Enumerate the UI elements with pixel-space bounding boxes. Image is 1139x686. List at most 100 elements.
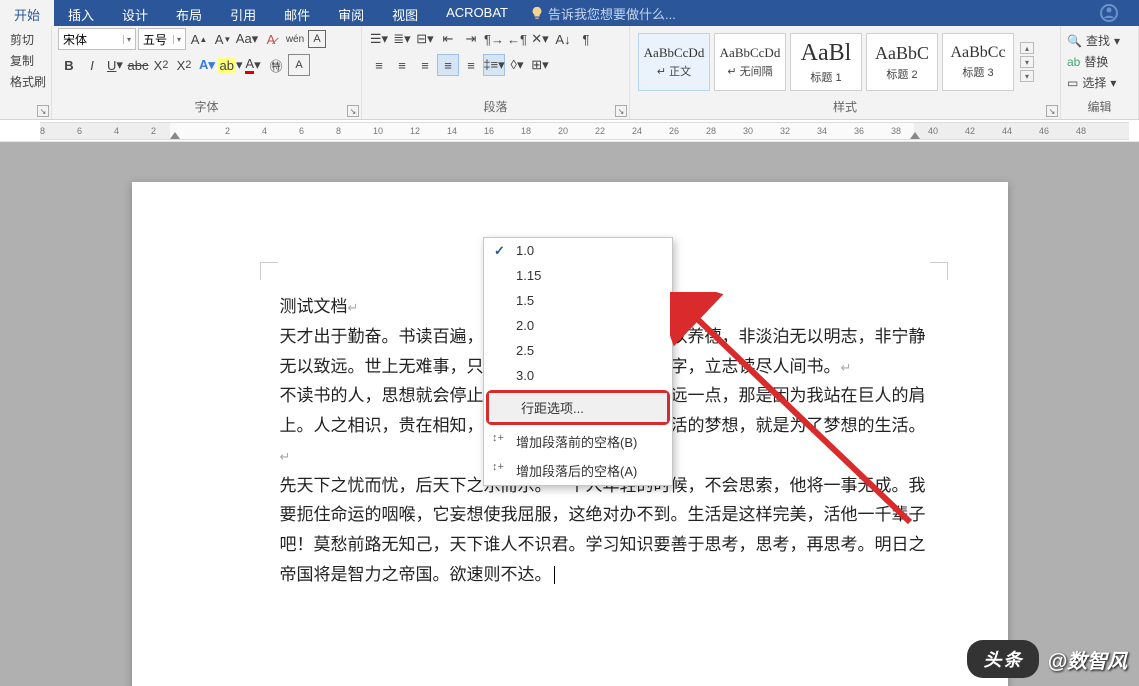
highlight-button[interactable]: ab▾ [219, 54, 241, 76]
char-shading-button[interactable]: A [288, 54, 310, 76]
ruler-tick: 30 [743, 126, 753, 136]
spacing-1-15[interactable]: 1.15 [484, 263, 672, 288]
tab-layout[interactable]: 布局 [162, 0, 216, 26]
style-no-spacing[interactable]: AaBbCcDd↵ 无间隔 [714, 33, 786, 91]
ruler-tick: 8 [336, 126, 341, 136]
margin-corner-tr [930, 262, 948, 280]
character-border-button[interactable]: A [308, 30, 326, 48]
ruler-tick: 8 [40, 126, 45, 136]
subscript-button[interactable]: X2 [150, 54, 172, 76]
tab-view[interactable]: 视图 [378, 0, 432, 26]
tab-mailings[interactable]: 邮件 [270, 0, 324, 26]
sort-button[interactable]: A↓ [552, 28, 574, 50]
italic-button[interactable]: I [81, 54, 103, 76]
strikethrough-button[interactable]: abc [127, 54, 149, 76]
ruler-tick: 20 [558, 126, 568, 136]
tab-acrobat[interactable]: ACROBAT [432, 0, 522, 26]
horizontal-ruler[interactable]: 8642246810121416182022242628303234363840… [40, 122, 1129, 140]
spacing-2-5[interactable]: 2.5 [484, 338, 672, 363]
paragraph-launcher[interactable]: ↘ [615, 105, 627, 117]
font-color-button[interactable]: A▾ [242, 54, 264, 76]
ruler-tick: 38 [891, 126, 901, 136]
search-icon: 🔍 [1067, 34, 1082, 48]
borders-button[interactable]: ⊞▾ [529, 54, 551, 76]
add-space-before[interactable]: 增加段落前的空格(B) [484, 427, 672, 456]
enclose-char-button[interactable]: ㊕ [265, 54, 287, 76]
text-effects-button[interactable]: A▾ [196, 54, 218, 76]
styles-launcher[interactable]: ↘ [1046, 105, 1058, 117]
grow-font-button[interactable]: A▲ [188, 28, 210, 50]
tab-references[interactable]: 引用 [216, 0, 270, 26]
group-styles: AaBbCcDd↵ 正文 AaBbCcDd↵ 无间隔 AaBl标题 1 AaBb… [630, 26, 1061, 119]
spacing-2-0[interactable]: 2.0 [484, 313, 672, 338]
line-spacing-button[interactable]: ‡≡▾ [483, 54, 505, 76]
styles-group-label: 样式 [636, 96, 1054, 119]
lightbulb-icon [530, 6, 544, 20]
ruler-tick: 24 [632, 126, 642, 136]
ltr-button[interactable]: ¶→ [483, 28, 505, 50]
shading-button[interactable]: ◊▾ [506, 54, 528, 76]
ruler-tick: 46 [1039, 126, 1049, 136]
style-normal[interactable]: AaBbCcDd↵ 正文 [638, 33, 710, 91]
multilevel-list-button[interactable]: ⊟▾ [414, 28, 436, 50]
phonetic-guide-button[interactable]: wén [284, 28, 306, 50]
tab-insert[interactable]: 插入 [54, 0, 108, 26]
ruler-tick: 2 [225, 126, 230, 136]
shrink-font-button[interactable]: A▼ [212, 28, 234, 50]
style-heading2[interactable]: AaBbC标题 2 [866, 33, 938, 91]
style-heading1[interactable]: AaBl标题 1 [790, 33, 862, 91]
align-center-button[interactable]: ≡ [391, 54, 413, 76]
increase-indent-button[interactable]: ⇥ [460, 28, 482, 50]
decrease-indent-button[interactable]: ⇤ [437, 28, 459, 50]
tell-me-search[interactable]: 告诉我您想要做什么... [530, 0, 676, 26]
clipboard-launcher[interactable]: ↘ [37, 105, 49, 117]
justify-button[interactable]: ≡ [437, 54, 459, 76]
spacing-1-5[interactable]: 1.5 [484, 288, 672, 313]
select-icon: ▭ [1067, 76, 1078, 90]
ruler-tick: 18 [521, 126, 531, 136]
line-spacing-options[interactable]: 行距选项... [489, 393, 667, 422]
annotation-arrow [670, 292, 930, 552]
replace-icon: ab [1067, 55, 1080, 69]
tab-design[interactable]: 设计 [108, 0, 162, 26]
asian-layout-button[interactable]: ✕▾ [529, 28, 551, 50]
font-size-combo[interactable]: 五号▾ [138, 28, 186, 50]
ruler-tick: 10 [373, 126, 383, 136]
bullets-button[interactable]: ☰▾ [368, 28, 390, 50]
ruler-tick: 32 [780, 126, 790, 136]
add-space-after[interactable]: 增加段落后的空格(A) [484, 456, 672, 485]
align-left-button[interactable]: ≡ [368, 54, 390, 76]
replace-button[interactable]: ab替换 [1067, 53, 1120, 70]
font-name-combo[interactable]: 宋体▾ [58, 28, 136, 50]
ribbon: 剪切 复制 格式刷 ↘ 宋体▾ 五号▾ A▲ A▼ Aa▾ A̷ wén A B… [0, 26, 1139, 120]
select-button[interactable]: ▭选择▾ [1067, 74, 1120, 91]
ruler-tick: 36 [854, 126, 864, 136]
editing-group-label: 编辑 [1067, 96, 1132, 119]
bold-button[interactable]: B [58, 54, 80, 76]
find-button[interactable]: 🔍查找▾ [1067, 32, 1120, 49]
group-editing: 🔍查找▾ ab替换 ▭选择▾ 编辑 [1061, 26, 1139, 119]
style-heading3[interactable]: AaBbCc标题 3 [942, 33, 1014, 91]
ruler-tick: 16 [484, 126, 494, 136]
cut-button[interactable]: 剪切 [8, 30, 48, 49]
underline-button[interactable]: U▾ [104, 54, 126, 76]
format-painter-button[interactable]: 格式刷 [8, 72, 48, 91]
show-marks-button[interactable]: ¶ [575, 28, 597, 50]
change-case-button[interactable]: Aa▾ [236, 28, 258, 50]
tab-home[interactable]: 开始 [0, 0, 54, 26]
group-clipboard: 剪切 复制 格式刷 ↘ [0, 26, 52, 119]
spacing-3-0[interactable]: 3.0 [484, 363, 672, 388]
styles-gallery-more[interactable]: ▴▾▾ [1020, 42, 1036, 82]
rtl-button[interactable]: ←¶ [506, 28, 528, 50]
align-right-button[interactable]: ≡ [414, 54, 436, 76]
watermark-brand: 头条 [967, 640, 1039, 678]
distributed-button[interactable]: ≡ [460, 54, 482, 76]
superscript-button[interactable]: X2 [173, 54, 195, 76]
share-button[interactable] [1079, 0, 1139, 26]
font-launcher[interactable]: ↘ [347, 105, 359, 117]
clear-formatting-button[interactable]: A̷ [260, 28, 282, 50]
text-cursor [554, 566, 555, 584]
tab-review[interactable]: 审阅 [324, 0, 378, 26]
copy-button[interactable]: 复制 [8, 51, 48, 70]
numbering-button[interactable]: ≣▾ [391, 28, 413, 50]
